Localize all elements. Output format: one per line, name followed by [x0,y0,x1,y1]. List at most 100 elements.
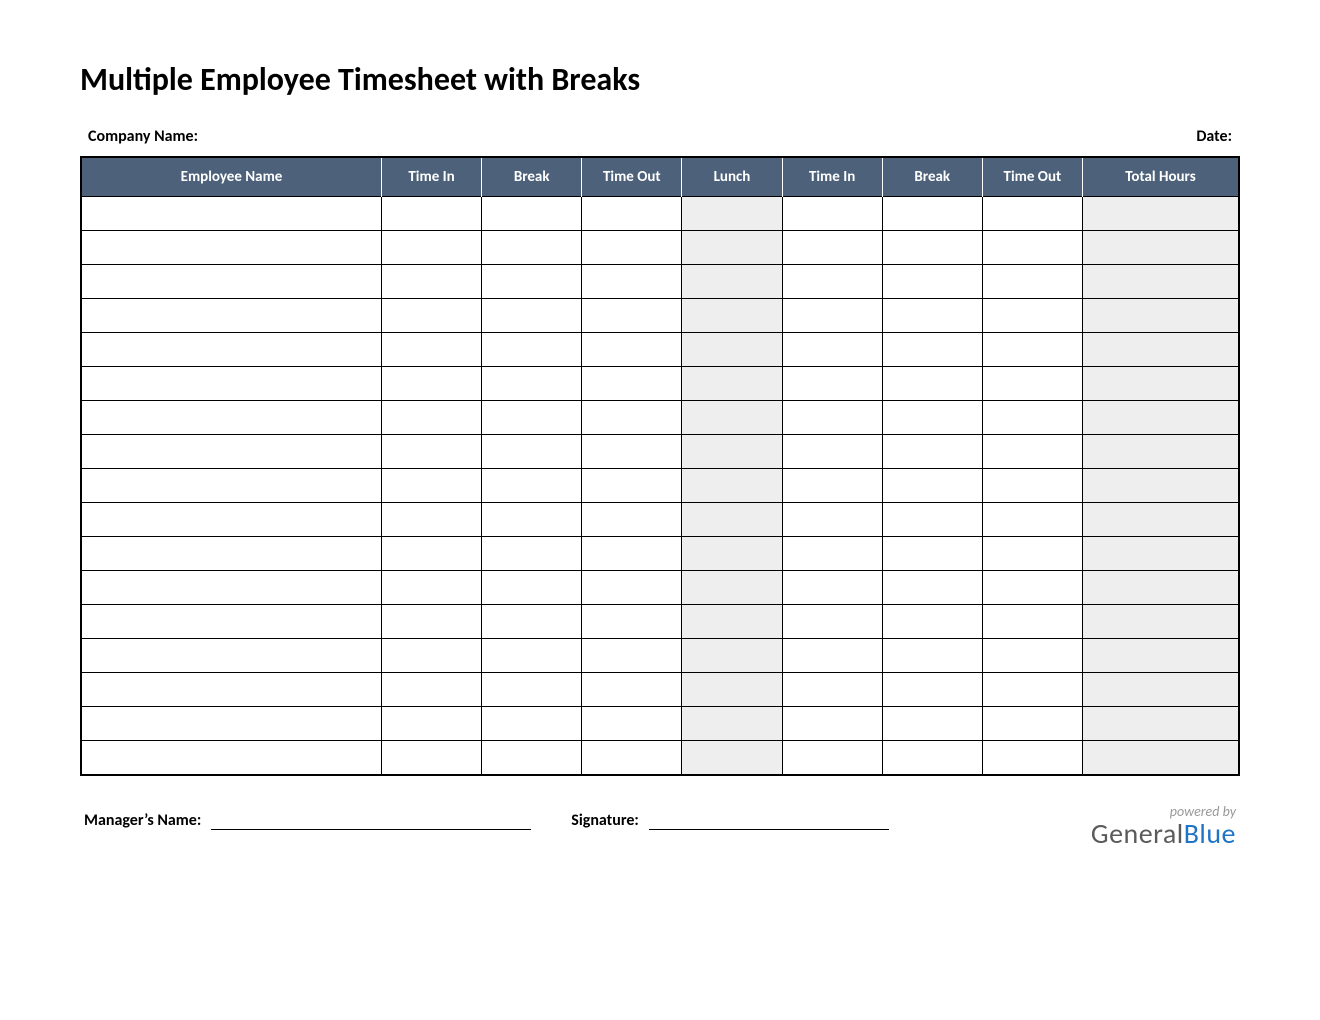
table-cell[interactable] [482,707,582,741]
table-cell[interactable] [782,673,882,707]
table-cell[interactable] [882,503,982,537]
table-cell[interactable] [882,639,982,673]
table-cell[interactable] [682,707,782,741]
table-cell[interactable] [682,469,782,503]
table-cell[interactable] [982,333,1082,367]
table-cell[interactable] [582,333,682,367]
table-cell[interactable] [482,435,582,469]
table-cell[interactable] [882,571,982,605]
table-cell[interactable] [1082,231,1239,265]
table-cell[interactable] [1082,469,1239,503]
table-cell[interactable] [381,469,481,503]
table-cell[interactable] [381,605,481,639]
table-cell[interactable] [682,537,782,571]
table-cell[interactable] [682,639,782,673]
table-cell[interactable] [381,197,481,231]
table-cell[interactable] [1082,435,1239,469]
table-cell[interactable] [381,741,481,775]
table-cell[interactable] [882,265,982,299]
table-cell[interactable] [782,401,882,435]
table-cell[interactable] [381,265,481,299]
table-cell[interactable] [882,741,982,775]
table-cell[interactable] [982,741,1082,775]
table-cell[interactable] [982,639,1082,673]
table-cell[interactable] [482,401,582,435]
table-cell[interactable] [582,367,682,401]
table-cell[interactable] [81,299,381,333]
table-cell[interactable] [381,707,481,741]
table-cell[interactable] [381,401,481,435]
table-cell[interactable] [381,673,481,707]
table-cell[interactable] [782,265,882,299]
table-cell[interactable] [482,639,582,673]
table-cell[interactable] [782,333,882,367]
table-cell[interactable] [1082,265,1239,299]
table-cell[interactable] [1082,605,1239,639]
table-cell[interactable] [882,469,982,503]
table-cell[interactable] [381,435,481,469]
table-cell[interactable] [982,503,1082,537]
table-cell[interactable] [982,435,1082,469]
table-cell[interactable] [482,605,582,639]
table-cell[interactable] [882,401,982,435]
table-cell[interactable] [381,367,481,401]
table-cell[interactable] [782,435,882,469]
table-cell[interactable] [582,265,682,299]
table-cell[interactable] [1082,367,1239,401]
table-cell[interactable] [482,197,582,231]
table-cell[interactable] [782,299,882,333]
table-cell[interactable] [381,333,481,367]
table-cell[interactable] [381,231,481,265]
table-cell[interactable] [982,605,1082,639]
table-cell[interactable] [682,673,782,707]
table-cell[interactable] [882,435,982,469]
table-cell[interactable] [1082,401,1239,435]
table-cell[interactable] [482,231,582,265]
table-cell[interactable] [1082,571,1239,605]
table-cell[interactable] [482,537,582,571]
table-cell[interactable] [782,367,882,401]
table-cell[interactable] [1082,707,1239,741]
table-cell[interactable] [482,469,582,503]
table-cell[interactable] [81,197,381,231]
table-cell[interactable] [582,571,682,605]
table-cell[interactable] [1082,333,1239,367]
table-cell[interactable] [81,231,381,265]
table-cell[interactable] [81,537,381,571]
table-cell[interactable] [81,605,381,639]
table-cell[interactable] [882,367,982,401]
table-cell[interactable] [582,673,682,707]
table-cell[interactable] [882,333,982,367]
table-cell[interactable] [982,197,1082,231]
table-cell[interactable] [381,299,481,333]
table-cell[interactable] [482,367,582,401]
table-cell[interactable] [81,367,381,401]
table-cell[interactable] [482,741,582,775]
table-cell[interactable] [982,537,1082,571]
table-cell[interactable] [782,571,882,605]
table-cell[interactable] [582,707,682,741]
table-cell[interactable] [582,435,682,469]
table-cell[interactable] [782,605,882,639]
table-cell[interactable] [682,741,782,775]
table-cell[interactable] [682,605,782,639]
table-cell[interactable] [81,673,381,707]
table-cell[interactable] [782,197,882,231]
table-cell[interactable] [81,435,381,469]
table-cell[interactable] [882,605,982,639]
table-cell[interactable] [1082,639,1239,673]
table-cell[interactable] [482,333,582,367]
table-cell[interactable] [682,231,782,265]
table-cell[interactable] [482,571,582,605]
table-cell[interactable] [882,299,982,333]
table-cell[interactable] [582,537,682,571]
table-cell[interactable] [782,639,882,673]
table-cell[interactable] [381,571,481,605]
table-cell[interactable] [1082,299,1239,333]
table-cell[interactable] [381,639,481,673]
table-cell[interactable] [81,707,381,741]
table-cell[interactable] [1082,537,1239,571]
table-cell[interactable] [682,197,782,231]
table-cell[interactable] [782,537,882,571]
table-cell[interactable] [682,503,782,537]
